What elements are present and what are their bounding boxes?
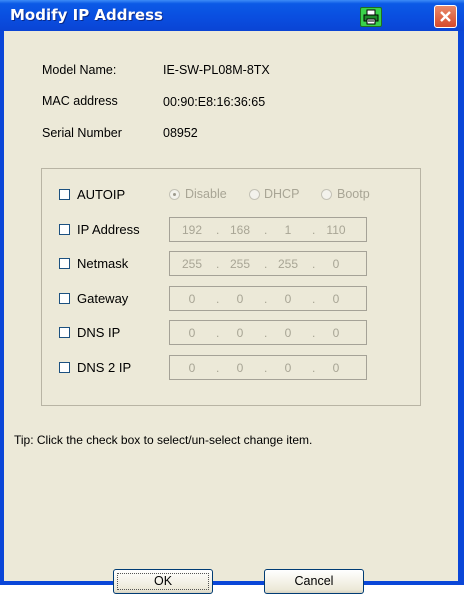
octet-separator: .: [216, 257, 220, 271]
dns2-ip-label: DNS 2 IP: [77, 360, 132, 375]
title-bar[interactable]: Modify IP Address: [0, 0, 464, 31]
octet-separator: .: [312, 257, 316, 271]
netmask-label: Netmask: [77, 256, 129, 271]
dialog-body: Model Name: IE-SW-PL08M-8TX MAC address …: [4, 31, 458, 594]
octet-separator: .: [216, 292, 220, 306]
focus-rect: [117, 573, 209, 590]
ip-address-octet-2: 168: [229, 223, 251, 237]
radio-disable-label: Disable: [185, 187, 227, 201]
mac-address-value: 00:90:E8:16:36:65: [163, 95, 266, 109]
octet-separator: .: [264, 292, 268, 306]
dns-ip-octet-2: 0: [236, 326, 244, 340]
gateway-octet-4: 0: [332, 292, 340, 306]
dns2-ip-octet-3: 0: [284, 361, 292, 375]
octet-separator: .: [312, 292, 316, 306]
autoip-checkbox[interactable]: [59, 189, 70, 200]
ip-address-row: IP Address 192 . 168 . 1 . 110: [42, 217, 422, 243]
gateway-input[interactable]: 0 . 0 . 0 . 0: [169, 286, 367, 311]
octet-separator: .: [312, 223, 316, 237]
octet-separator: .: [264, 326, 268, 340]
octet-separator: .: [264, 223, 268, 237]
netmask-octet-3: 255: [277, 257, 299, 271]
octet-separator: .: [312, 326, 316, 340]
octet-separator: .: [312, 361, 316, 375]
ip-address-octet-1: 192: [181, 223, 203, 237]
ip-address-octet-3: 1: [284, 223, 292, 237]
gateway-octet-1: 0: [188, 292, 196, 306]
serial-number-label: Serial Number: [42, 126, 122, 140]
dns2-ip-checkbox[interactable]: [59, 362, 70, 373]
mac-address-label: MAC address: [42, 94, 118, 108]
printer-button[interactable]: [360, 7, 382, 27]
dns-ip-octet-3: 0: [284, 326, 292, 340]
radio-dhcp[interactable]: [249, 189, 260, 200]
dns2-ip-row: DNS 2 IP 0 . 0 . 0 . 0: [42, 355, 422, 381]
gateway-checkbox[interactable]: [59, 293, 70, 304]
autoip-label: AUTOIP: [77, 187, 126, 202]
dns-ip-label: DNS IP: [77, 325, 121, 340]
netmask-octet-4: 0: [332, 257, 340, 271]
autoip-row: AUTOIP Disable DHCP Bootp: [42, 182, 422, 208]
serial-number-value: 08952: [163, 126, 198, 140]
radio-disable[interactable]: [169, 189, 180, 200]
close-icon: [440, 11, 451, 22]
dns2-ip-octet-2: 0: [236, 361, 244, 375]
ip-settings-group: AUTOIP Disable DHCP Bootp IP Address 192…: [41, 168, 421, 406]
ip-address-octet-4: 110: [326, 223, 346, 237]
tip-text: Tip: Click the check box to select/un-se…: [14, 433, 313, 447]
radio-selected-dot: [173, 193, 176, 196]
dns-ip-input[interactable]: 0 . 0 . 0 . 0: [169, 320, 367, 345]
octet-separator: .: [216, 326, 220, 340]
ip-address-checkbox[interactable]: [59, 224, 70, 235]
netmask-row: Netmask 255 . 255 . 255 . 0: [42, 251, 422, 277]
dns2-ip-input[interactable]: 0 . 0 . 0 . 0: [169, 355, 367, 380]
gateway-row: Gateway 0 . 0 . 0 . 0: [42, 286, 422, 312]
model-name-value: IE-SW-PL08M-8TX: [163, 63, 270, 77]
dns2-ip-octet-4: 0: [332, 361, 340, 375]
netmask-checkbox[interactable]: [59, 258, 70, 269]
model-name-label: Model Name:: [42, 63, 117, 77]
radio-bootp-label: Bootp: [337, 187, 370, 201]
cancel-button-label: Cancel: [294, 574, 334, 588]
gateway-octet-2: 0: [236, 292, 244, 306]
printer-icon: [363, 9, 379, 25]
ip-address-input[interactable]: 192 . 168 . 1 . 110: [169, 217, 367, 242]
close-button[interactable]: [434, 5, 457, 28]
radio-bootp[interactable]: [321, 189, 332, 200]
octet-separator: .: [264, 361, 268, 375]
window-title: Modify IP Address: [10, 6, 163, 24]
dns-ip-octet-4: 0: [332, 326, 340, 340]
dialog-window: Modify IP Address Model Name: IE-SW-PL08…: [0, 0, 464, 594]
gateway-label: Gateway: [77, 291, 129, 306]
octet-separator: .: [216, 223, 220, 237]
netmask-octet-1: 255: [181, 257, 203, 271]
gateway-octet-3: 0: [284, 292, 292, 306]
netmask-octet-2: 255: [229, 257, 251, 271]
octet-separator: .: [264, 257, 268, 271]
cancel-button[interactable]: Cancel: [264, 569, 364, 594]
dns2-ip-octet-1: 0: [188, 361, 196, 375]
ok-button[interactable]: OK: [113, 569, 213, 594]
ip-address-label: IP Address: [77, 222, 140, 237]
dns-ip-checkbox[interactable]: [59, 327, 70, 338]
octet-separator: .: [216, 361, 220, 375]
dns-ip-octet-1: 0: [188, 326, 196, 340]
radio-dhcp-label: DHCP: [264, 187, 300, 201]
netmask-input[interactable]: 255 . 255 . 255 . 0: [169, 251, 367, 276]
dns-ip-row: DNS IP 0 . 0 . 0 . 0: [42, 320, 422, 346]
